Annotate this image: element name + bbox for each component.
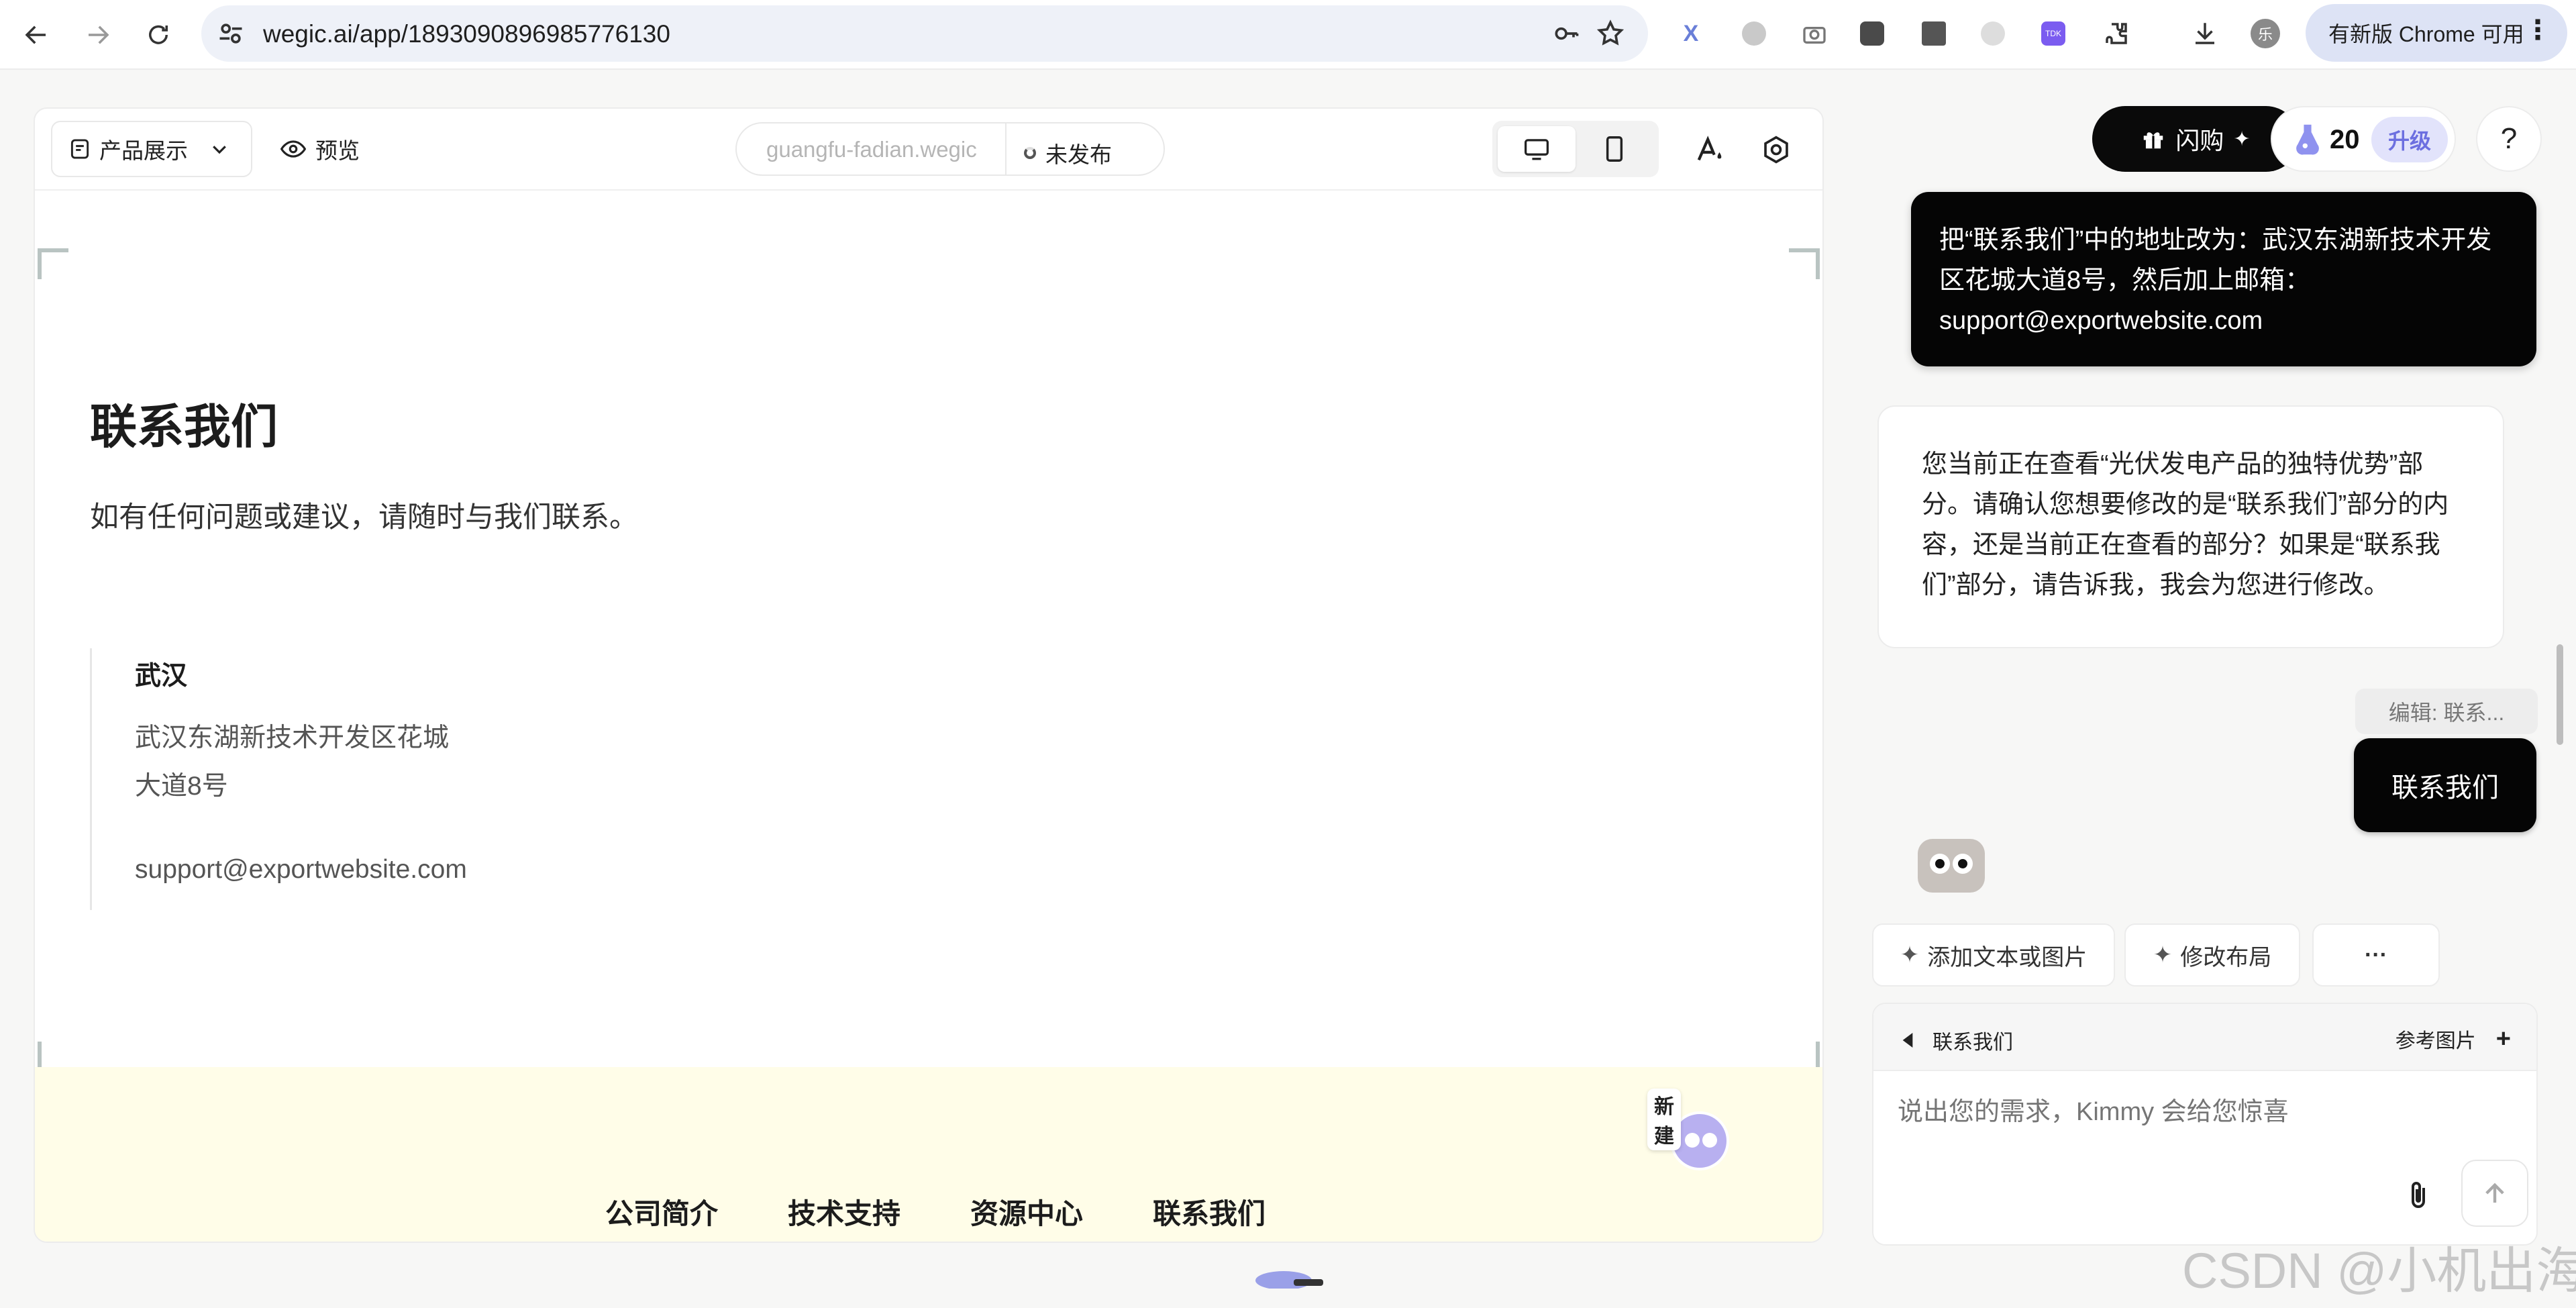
chrome-update-label: 有新版 Chrome 可用 <box>2328 22 2524 46</box>
modify-layout-label: 修改布局 <box>2180 944 2272 970</box>
sparkle-icon: ✦ <box>2153 942 2173 968</box>
page-select-label: 产品展示 <box>99 138 188 163</box>
divider <box>1005 123 1007 174</box>
sparkle-icon: ✦ <box>1900 942 1920 968</box>
address-line: 大道8号 <box>135 772 228 801</box>
selection-corner <box>38 248 68 279</box>
editor-toolbar: 产品展示 预览 guangfu-fadian.wegic 未发布 <box>35 109 1822 191</box>
selected-section-chip[interactable]: 联系我们 <box>2354 738 2536 832</box>
download-icon[interactable] <box>2189 17 2221 50</box>
mascot-peek-icon <box>1255 1271 1323 1289</box>
context-label: 联系我们 <box>1933 1032 2013 1054</box>
upgrade-button[interactable]: 升级 <box>2371 117 2448 162</box>
extension-moon-icon[interactable] <box>1977 17 2009 50</box>
address-block[interactable]: 武汉 武汉东湖新技术开发区花城 大道8号 support@exportwebsi… <box>90 648 627 910</box>
domain-field[interactable]: guangfu-fadian.wegic 未发布 <box>735 122 1165 176</box>
font-style-icon[interactable] <box>1692 132 1729 168</box>
settings-gear-icon[interactable] <box>1758 132 1794 168</box>
watermark-text: CSDN @小机出海 <box>2182 1243 2576 1299</box>
attachment-icon[interactable] <box>2398 1176 2438 1216</box>
page-icon <box>70 139 89 159</box>
chat-scrollbar[interactable] <box>2557 644 2563 745</box>
section-subtitle[interactable]: 如有任何问题或建议，请随时与我们联系。 <box>90 494 638 536</box>
extension-x-icon[interactable]: X <box>1675 17 1707 50</box>
send-button[interactable] <box>2461 1160 2528 1227</box>
potion-icon <box>2296 124 2319 155</box>
publish-status-label: 未发布 <box>1045 142 1112 167</box>
footer-link-resources[interactable]: 资源中心 <box>970 1191 1083 1232</box>
add-text-image-button[interactable]: ✦ 添加文本或图片 <box>1872 923 2115 987</box>
publish-status[interactable]: 未发布 <box>1024 137 1112 169</box>
assistant-message: 您当前正在查看“光伏发电产品的独特优势”部分。请确认您想要修改的是“联系我们”部… <box>1877 405 2504 648</box>
mobile-view-button[interactable] <box>1576 126 1653 172</box>
sparkle-icon: ✦ <box>2233 128 2251 150</box>
contact-email: support@exportwebsite.com <box>135 855 467 884</box>
reference-image-button[interactable]: 参考图片 <box>2395 1024 2476 1054</box>
chat-composer: 联系我们 参考图片 + <box>1872 1003 2538 1246</box>
footer-link-support[interactable]: 技术支持 <box>788 1191 900 1232</box>
site-editor: 产品展示 预览 guangfu-fadian.wegic 未发布 联系我们 如有… <box>34 107 1824 1243</box>
address-city: 武汉 <box>135 662 188 691</box>
loading-spinner-icon <box>1024 147 1036 159</box>
device-toggle <box>1492 121 1659 177</box>
help-icon: ? <box>2500 122 2518 155</box>
edit-target-chip[interactable]: 编辑: 联系... <box>2355 689 2538 734</box>
preview-label: 预览 <box>315 138 360 163</box>
add-icon[interactable]: + <box>2496 1025 2511 1054</box>
new-badge-label: 新建 <box>1647 1089 1681 1150</box>
more-actions-button[interactable]: ··· <box>2312 923 2440 987</box>
caret-left-icon <box>1902 1033 1913 1048</box>
selection-corner <box>1789 248 1820 279</box>
add-text-image-label: 添加文本或图片 <box>1927 944 2088 970</box>
footer-link-contact[interactable]: 联系我们 <box>1153 1191 1266 1232</box>
camera-icon[interactable] <box>1798 17 1831 50</box>
prompt-input[interactable] <box>1898 1098 2502 1127</box>
profile-initial: 乐 <box>2251 19 2280 48</box>
reload-icon[interactable] <box>138 15 178 55</box>
url-text[interactable]: wegic.ai/app/1893090896985776130 <box>263 20 670 48</box>
preview-button[interactable]: 预览 <box>280 121 360 177</box>
site-settings-icon[interactable] <box>216 19 246 48</box>
profile-avatar-icon[interactable]: 乐 <box>2249 17 2281 50</box>
mobile-icon <box>1606 136 1623 162</box>
section-title[interactable]: 联系我们 <box>90 389 278 457</box>
extensions-puzzle-icon[interactable] <box>2100 17 2132 50</box>
extension-g-icon[interactable] <box>1738 17 1770 50</box>
tdk-label: TDK <box>2041 21 2065 46</box>
back-icon[interactable] <box>16 15 56 55</box>
footer-link-about[interactable]: 公司简介 <box>605 1191 718 1232</box>
more-dots-icon: ··· <box>2365 942 2387 968</box>
chrome-update-button[interactable]: 有新版 Chrome 可用 ⋮ <box>2306 4 2567 62</box>
flash-sale-button[interactable]: 闪购 ✦ <box>2092 106 2299 172</box>
kimmy-avatar-icon <box>1918 839 1985 893</box>
eye-icon <box>280 140 306 158</box>
composer-context-bar: 联系我们 参考图片 + <box>1873 1004 2536 1071</box>
help-button[interactable]: ? <box>2476 106 2542 172</box>
context-section[interactable]: 联系我们 <box>1900 1025 2013 1055</box>
browser-toolbar: wegic.ai/app/1893090896985776130 X TDK 乐… <box>0 0 2576 70</box>
footer-nav: 公司简介 技术支持 资源中心 联系我们 <box>605 1191 1266 1232</box>
password-key-icon[interactable] <box>1550 17 1582 50</box>
address-line: 武汉东湖新技术开发区花城 <box>135 723 450 752</box>
calculator-icon[interactable] <box>1918 17 1950 50</box>
flash-sale-label: 闪购 <box>2175 127 2224 154</box>
arrow-up-icon <box>2485 1183 2504 1203</box>
address-bar[interactable]: wegic.ai/app/1893090896985776130 <box>201 5 1648 62</box>
chevron-down-icon <box>213 146 226 154</box>
extension-reader-icon[interactable] <box>1856 17 1888 50</box>
desktop-icon <box>1525 139 1549 160</box>
page-select[interactable]: 产品展示 <box>51 121 252 177</box>
site-footer: 公司简介 技术支持 资源中心 联系我们 <box>35 1067 1822 1242</box>
extension-tdk-icon[interactable]: TDK <box>2037 17 2069 50</box>
domain-text: guangfu-fadian.wegic <box>766 137 977 162</box>
bookmark-star-icon[interactable] <box>1594 17 1627 50</box>
forward-icon[interactable] <box>78 15 118 55</box>
credits-display[interactable]: 20 升级 <box>2271 106 2456 172</box>
credits-count: 20 <box>2330 125 2360 154</box>
menu-dots-icon[interactable]: ⋮ <box>2524 15 2551 46</box>
gift-icon <box>2144 132 2163 149</box>
desktop-view-button[interactable] <box>1498 126 1576 172</box>
modify-layout-button[interactable]: ✦ 修改布局 <box>2124 923 2300 987</box>
user-message: 把“联系我们”中的地址改为：武汉东湖新技术开发区花城大道8号，然后加上邮箱：su… <box>1911 192 2536 366</box>
